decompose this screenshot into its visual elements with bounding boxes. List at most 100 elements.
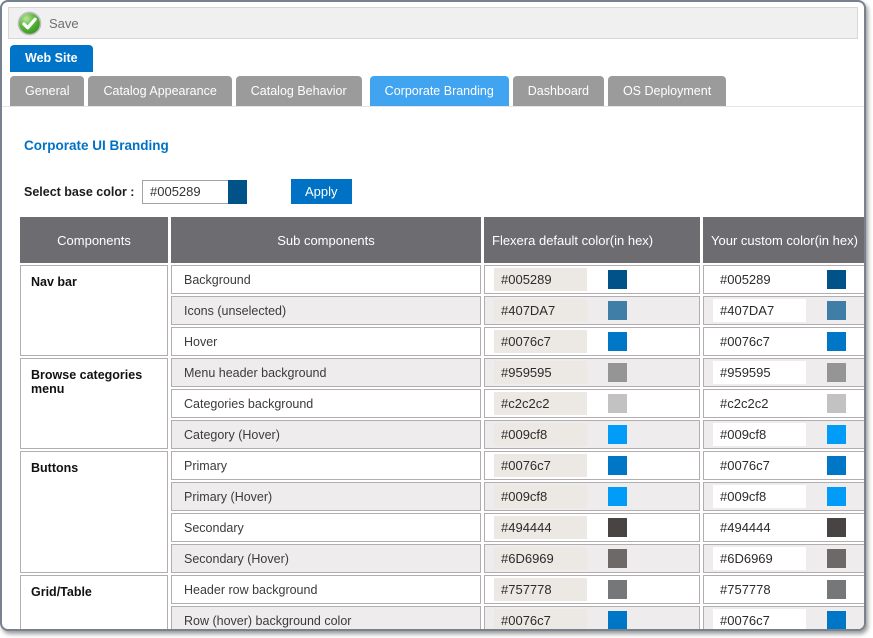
column-header-flexera-default-color-in-hex: Flexera default color(in hex) [484, 217, 700, 263]
default-color-input [494, 516, 587, 539]
default-color-input [494, 578, 587, 601]
default-color-swatch [608, 611, 627, 630]
custom-color-input[interactable] [713, 423, 806, 446]
branding-table: ComponentsSub componentsFlexera default … [17, 215, 866, 631]
default-color-input [494, 299, 587, 322]
tab-web-site[interactable]: Web Site [10, 45, 93, 72]
custom-color-cell [703, 327, 866, 356]
custom-color-swatch[interactable] [827, 332, 846, 351]
base-color-swatch[interactable] [228, 180, 247, 204]
default-color-swatch [608, 487, 627, 506]
default-color-cell [484, 389, 700, 418]
custom-color-swatch[interactable] [827, 518, 846, 537]
default-color-swatch [608, 332, 627, 351]
table-row: ButtonsPrimary [20, 451, 866, 480]
default-color-swatch [608, 363, 627, 382]
custom-color-cell [703, 358, 866, 387]
default-color-swatch [608, 549, 627, 568]
custom-color-input[interactable] [713, 454, 806, 477]
component-cell-grid-table: Grid/Table [20, 575, 168, 631]
tab-corporate-branding[interactable]: Corporate Branding [370, 76, 509, 106]
tab-os-deployment[interactable]: OS Deployment [608, 76, 726, 106]
default-color-input [494, 392, 587, 415]
default-color-cell [484, 575, 700, 604]
custom-color-cell [703, 606, 866, 631]
custom-color-cell [703, 265, 866, 294]
default-color-cell [484, 513, 700, 542]
custom-color-swatch[interactable] [827, 425, 846, 444]
sub-component-cell: Primary [171, 451, 481, 480]
custom-color-input[interactable] [713, 609, 806, 631]
default-color-input [494, 361, 587, 384]
base-color-row: Select base color : Apply [24, 179, 864, 204]
default-color-swatch [608, 425, 627, 444]
custom-color-cell [703, 389, 866, 418]
settings-window: Save Web Site GeneralCatalog AppearanceC… [0, 0, 866, 631]
sub-component-cell: Primary (Hover) [171, 482, 481, 511]
sub-component-cell: Background [171, 265, 481, 294]
sub-component-cell: Menu header background [171, 358, 481, 387]
custom-color-input[interactable] [713, 547, 806, 570]
custom-color-swatch[interactable] [827, 270, 846, 289]
table-row: Nav barBackground [20, 265, 866, 294]
component-cell-buttons: Buttons [20, 451, 168, 573]
component-cell-nav-bar: Nav bar [20, 265, 168, 356]
default-color-input [494, 454, 587, 477]
page-title: Corporate UI Branding [24, 138, 864, 153]
custom-color-cell [703, 296, 866, 325]
sub-component-cell: Secondary [171, 513, 481, 542]
tab-catalog-appearance[interactable]: Catalog Appearance [88, 76, 231, 106]
custom-color-swatch[interactable] [827, 549, 846, 568]
tab-dashboard[interactable]: Dashboard [513, 76, 604, 106]
default-color-swatch [608, 270, 627, 289]
custom-color-swatch[interactable] [827, 611, 846, 630]
custom-color-input[interactable] [713, 578, 806, 601]
default-color-cell [484, 482, 700, 511]
custom-color-input[interactable] [713, 361, 806, 384]
default-color-input [494, 423, 587, 446]
custom-color-input[interactable] [713, 485, 806, 508]
site-tab-row: Web Site [10, 45, 864, 72]
custom-color-cell [703, 482, 866, 511]
custom-color-input[interactable] [713, 392, 806, 415]
default-color-swatch [608, 456, 627, 475]
sub-component-cell: Category (Hover) [171, 420, 481, 449]
custom-color-cell [703, 420, 866, 449]
tab-general[interactable]: General [10, 76, 84, 106]
custom-color-input[interactable] [713, 516, 806, 539]
default-color-cell [484, 606, 700, 631]
apply-button[interactable]: Apply [291, 179, 352, 204]
custom-color-swatch[interactable] [827, 394, 846, 413]
base-color-label: Select base color : [24, 185, 142, 199]
custom-color-swatch[interactable] [827, 580, 846, 599]
default-color-swatch [608, 580, 627, 599]
sub-component-cell: Hover [171, 327, 481, 356]
custom-color-swatch[interactable] [827, 301, 846, 320]
default-color-input [494, 330, 587, 353]
default-color-cell [484, 265, 700, 294]
custom-color-cell [703, 575, 866, 604]
default-color-input [494, 547, 587, 570]
sub-component-cell: Secondary (Hover) [171, 544, 481, 573]
custom-color-input[interactable] [713, 330, 806, 353]
save-button[interactable]: Save [17, 11, 79, 36]
default-color-cell [484, 544, 700, 573]
custom-color-cell [703, 451, 866, 480]
custom-color-input[interactable] [713, 268, 806, 291]
custom-color-input[interactable] [713, 299, 806, 322]
custom-color-swatch[interactable] [827, 456, 846, 475]
component-cell-browse-categories-menu: Browse categories menu [20, 358, 168, 449]
custom-color-cell [703, 513, 866, 542]
default-color-input [494, 485, 587, 508]
default-color-cell [484, 451, 700, 480]
tab-catalog-behavior[interactable]: Catalog Behavior [236, 76, 362, 106]
custom-color-swatch[interactable] [827, 363, 846, 382]
sub-component-cell: Categories background [171, 389, 481, 418]
default-color-input [494, 609, 587, 631]
default-color-swatch [608, 394, 627, 413]
base-color-input[interactable] [142, 180, 228, 204]
save-check-icon [17, 11, 42, 36]
default-color-cell [484, 358, 700, 387]
custom-color-swatch[interactable] [827, 487, 846, 506]
sub-component-cell: Icons (unselected) [171, 296, 481, 325]
